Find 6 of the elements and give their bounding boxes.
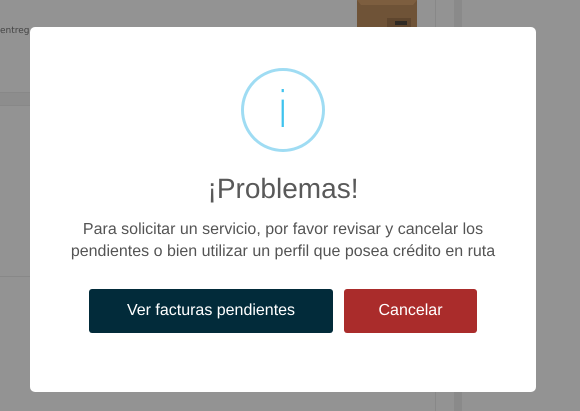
info-icon: i: [241, 68, 325, 152]
action-button[interactable]: Ver facturas pendientes: [89, 289, 333, 333]
page-text: entreg: [0, 26, 30, 36]
cancel-button[interactable]: Cancelar: [344, 289, 477, 333]
dialog-message: Para solicitar un servicio, por favor revisar y cancelar los pendientes o bien utilizar un perfil que posea crédito en ruta: [70, 220, 496, 262]
dialog-title: ¡Problemas!: [208, 173, 358, 205]
